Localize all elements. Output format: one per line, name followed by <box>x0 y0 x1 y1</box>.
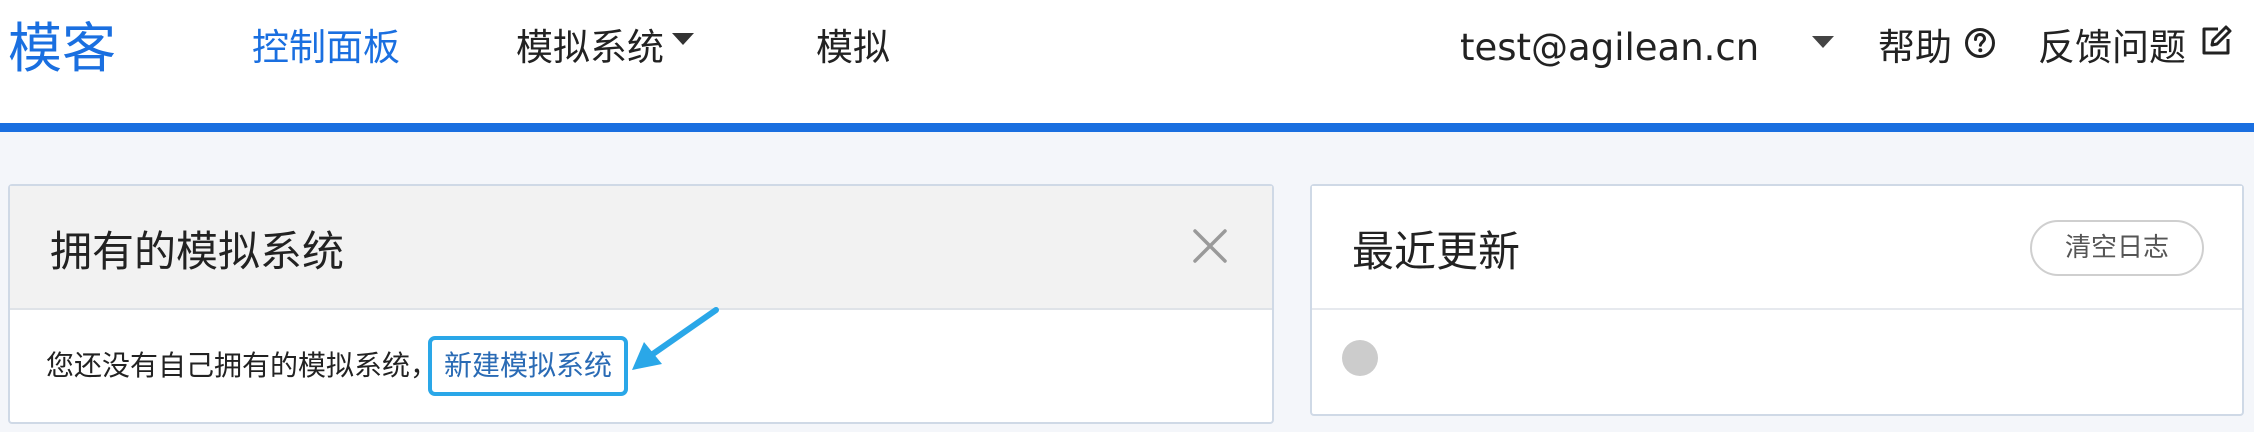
nav-simulation-systems[interactable]: 模拟系统 <box>516 22 694 74</box>
new-simulation-link[interactable]: 新建模拟系统 <box>428 336 629 396</box>
recent-updates-panel: 最近更新 清空日志 <box>1310 184 2244 416</box>
help-circle-icon <box>1964 21 1996 73</box>
owned-panel-title: 拥有的模拟系统 <box>50 227 345 276</box>
updates-panel-header: 最近更新 清空日志 <box>1312 186 2242 310</box>
annotation-arrow-icon <box>626 304 722 380</box>
close-icon[interactable] <box>1190 226 1230 266</box>
top-navbar: 模客 控制面板 模拟系统 模拟 test@agilean.cn 帮助 反馈问题 <box>0 0 2254 132</box>
caret-down-icon <box>672 32 694 45</box>
nav-simulation[interactable]: 模拟 <box>816 22 890 74</box>
nav-feedback[interactable]: 反馈问题 <box>2038 22 2234 74</box>
nav-help[interactable]: 帮助 <box>1878 22 1996 74</box>
user-email[interactable]: test@agilean.cn <box>1460 22 1759 74</box>
brand-logo[interactable]: 模客 <box>8 14 116 84</box>
nav-dashboard-label: 控制面板 <box>252 26 400 69</box>
nav-feedback-label: 反馈问题 <box>2038 26 2186 69</box>
nav-dashboard[interactable]: 控制面板 <box>252 22 400 74</box>
nav-simulation-systems-label: 模拟系统 <box>516 26 664 69</box>
updates-panel-title: 最近更新 <box>1352 227 1521 276</box>
nav-simulation-label: 模拟 <box>816 26 890 69</box>
clear-log-button[interactable]: 清空日志 <box>2030 220 2204 276</box>
timeline-dot <box>1342 340 1378 376</box>
edit-icon <box>2198 21 2234 73</box>
owned-panel-header: 拥有的模拟系统 <box>10 186 1272 310</box>
owned-empty-message: 您还没有自己拥有的模拟系统， <box>46 349 439 382</box>
user-menu-caret-icon[interactable] <box>1812 36 1834 48</box>
nav-help-label: 帮助 <box>1878 26 1952 69</box>
